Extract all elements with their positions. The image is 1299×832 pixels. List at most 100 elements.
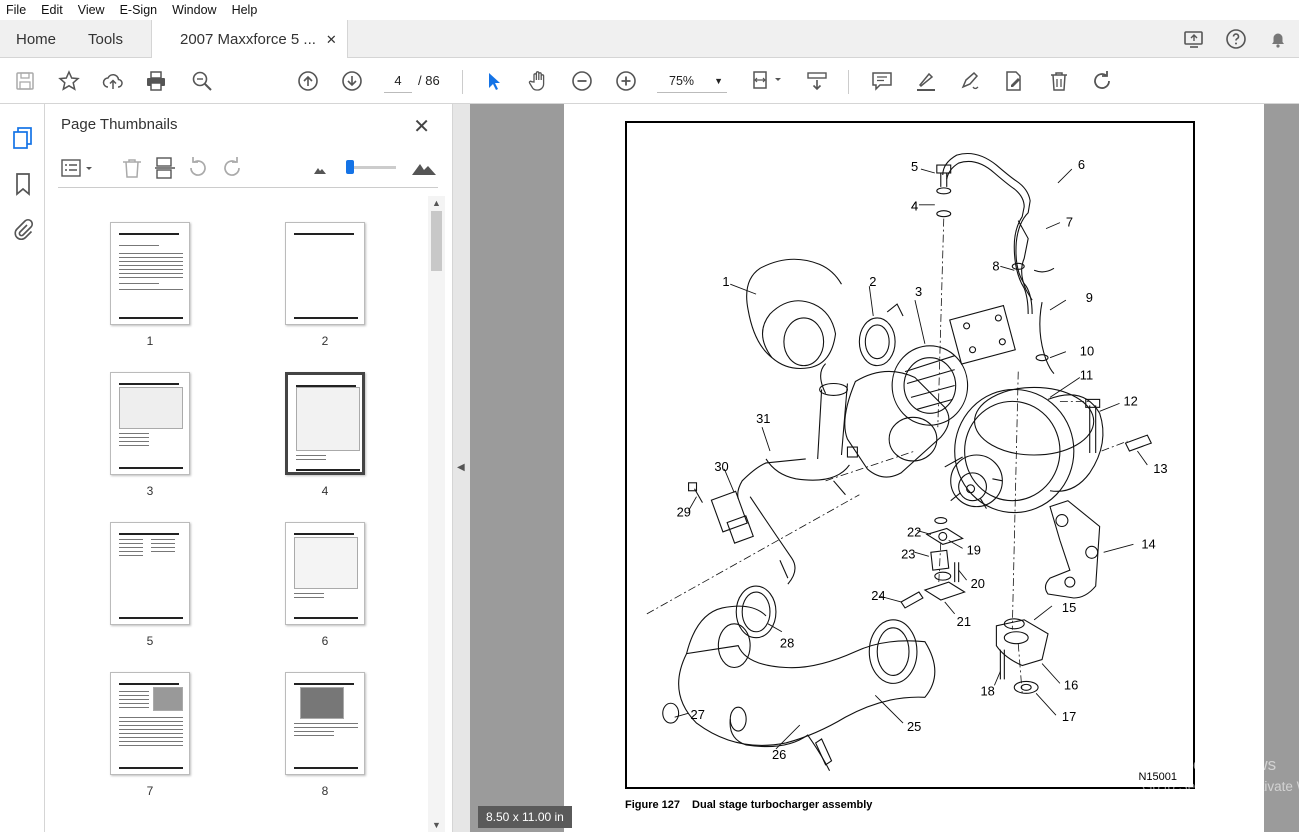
- callout-number: 17: [1062, 709, 1076, 724]
- page-thumbnail[interactable]: [285, 372, 365, 475]
- chevron-down-icon: ▼: [714, 76, 723, 86]
- menu-view[interactable]: View: [78, 3, 105, 17]
- page-thumbnail[interactable]: [285, 672, 365, 775]
- thumbnail-page-number: 5: [146, 634, 154, 648]
- panel-title: Page Thumbnails: [61, 116, 178, 133]
- thumbnail-text-line: [151, 539, 175, 540]
- next-page-icon[interactable]: [340, 69, 364, 93]
- collapse-arrow-icon: ◀: [457, 462, 465, 473]
- zoom-level-select[interactable]: 75% ▼: [657, 69, 727, 93]
- page-number-input[interactable]: 4: [384, 69, 412, 93]
- thumbnail-size-slider[interactable]: [346, 160, 396, 174]
- bookmarks-icon[interactable]: [11, 172, 35, 196]
- callout-number: 31: [756, 411, 770, 426]
- activation-watermark: Activate Windows Go to Settings to activ…: [1142, 754, 1299, 798]
- thumbnail-text-line: [294, 597, 324, 598]
- panel-collapse-handle[interactable]: ◀: [453, 104, 470, 832]
- callout-number: 27: [691, 707, 705, 722]
- scrollbar-thumb[interactable]: [431, 211, 442, 271]
- help-icon[interactable]: [1225, 28, 1247, 50]
- page-thumbnail[interactable]: [110, 372, 190, 475]
- thumbnail-text-line: [119, 265, 183, 266]
- edit-document-icon[interactable]: [1002, 69, 1026, 93]
- tab-tools[interactable]: Tools: [88, 20, 123, 58]
- menu-esign[interactable]: E-Sign: [120, 3, 158, 17]
- callout-number: 24: [871, 588, 885, 603]
- notification-bell-icon[interactable]: [1267, 28, 1289, 50]
- thumbnail-page-number: 1: [146, 334, 154, 348]
- document-viewer[interactable]: 1 2 3 4 4 5 6 7 8 9 10 11 12 13 14 15 16 17 18 19 20 21 22 23 24…: [470, 104, 1299, 832]
- page-thumbnail[interactable]: [285, 522, 365, 625]
- page-fit-icon[interactable]: [750, 69, 786, 93]
- large-mountain-icon: [410, 156, 438, 180]
- thumbnail-text-line: [296, 459, 326, 460]
- attachments-paperclip-icon[interactable]: [11, 218, 35, 242]
- menu-help[interactable]: Help: [232, 3, 258, 17]
- thumbnail-options-icon[interactable]: [60, 156, 96, 180]
- print-icon[interactable]: [144, 69, 168, 93]
- menu-edit[interactable]: Edit: [41, 3, 63, 17]
- rotate-right-icon[interactable]: [220, 156, 244, 180]
- page-thumbnail[interactable]: [285, 222, 365, 325]
- thumbnail-text-line: [119, 441, 149, 442]
- pdf-page: 1 2 3 4 4 5 6 7 8 9 10 11 12 13 14 15 16 17 18 19 20 21 22 23 24…: [564, 104, 1264, 832]
- page-thumbnails-icon[interactable]: [11, 126, 35, 150]
- page-total: / 86: [418, 73, 440, 88]
- thumbnail-scrollbar[interactable]: ▲ ▼: [428, 196, 445, 832]
- small-mountain-icon: [308, 156, 332, 180]
- share-screen-icon[interactable]: [1183, 28, 1205, 50]
- thumbnail-text-line: [151, 543, 175, 544]
- tab-document[interactable]: 2007 Maxxforce 5 ... ✕: [151, 20, 348, 59]
- watermark-line1: Activate Windows: [1142, 755, 1277, 774]
- save-icon[interactable]: [13, 69, 37, 93]
- tab-close-icon[interactable]: ✕: [326, 32, 337, 48]
- zoom-out-icon[interactable]: [570, 69, 594, 93]
- bookmark-star-icon[interactable]: [57, 69, 81, 93]
- panel-close-icon[interactable]: ✕: [413, 114, 430, 139]
- menu-file[interactable]: File: [6, 3, 26, 17]
- page-thumbnail[interactable]: [110, 522, 190, 625]
- scroll-up-icon[interactable]: ▲: [428, 198, 445, 208]
- thumbnail-text-line: [119, 551, 143, 552]
- select-cursor-icon[interactable]: [482, 69, 506, 93]
- thumbnail-text-line: [119, 273, 183, 274]
- menu-window[interactable]: Window: [172, 3, 216, 17]
- scroll-down-icon[interactable]: ▼: [428, 820, 445, 830]
- thumbnail-text-line: [119, 245, 159, 246]
- callout-number: 19: [967, 542, 981, 557]
- thumbnail-text-line: [119, 695, 149, 696]
- callout-number: 10: [1080, 344, 1094, 359]
- thumbnail-text-line: [119, 445, 149, 446]
- scroll-mode-icon[interactable]: [805, 69, 829, 93]
- slider-knob[interactable]: [346, 160, 354, 174]
- page-thumbnail[interactable]: [110, 222, 190, 325]
- thumbnail-text-line: [296, 469, 360, 471]
- zoom-in-icon[interactable]: [614, 69, 638, 93]
- thumbnail-text-line: [294, 735, 334, 736]
- highlight-pen-icon[interactable]: [914, 69, 938, 93]
- rotate-left-icon[interactable]: [186, 156, 210, 180]
- delete-page-icon[interactable]: [120, 156, 144, 180]
- thumbnail-text-line: [119, 707, 149, 708]
- comment-icon[interactable]: [870, 69, 894, 93]
- find-zoom-icon[interactable]: [190, 69, 214, 93]
- thumbnail-text-line: [119, 547, 143, 548]
- thumbnail-text-line: [119, 737, 183, 738]
- upload-cloud-icon[interactable]: [101, 69, 125, 93]
- callout-number: 12: [1123, 393, 1137, 408]
- page-thumbnail[interactable]: [110, 672, 190, 775]
- hand-tool-icon[interactable]: [526, 69, 550, 93]
- draw-pen-icon[interactable]: [958, 69, 982, 93]
- thumbnail-text-line: [294, 617, 358, 619]
- thumbnail-text-line: [119, 533, 179, 535]
- tab-home[interactable]: Home: [16, 20, 56, 58]
- previous-page-icon[interactable]: [296, 69, 320, 93]
- callout-number: 4: [911, 199, 918, 214]
- figure-caption-label: Figure 127: [625, 799, 681, 811]
- insert-page-icon[interactable]: [153, 156, 177, 180]
- delete-trash-icon[interactable]: [1047, 69, 1071, 93]
- rotate-icon[interactable]: [1090, 69, 1114, 93]
- thumbnail-text-line: [119, 539, 143, 540]
- thumbnail-text-line: [119, 317, 183, 319]
- thumbnail-text-line: [119, 725, 183, 726]
